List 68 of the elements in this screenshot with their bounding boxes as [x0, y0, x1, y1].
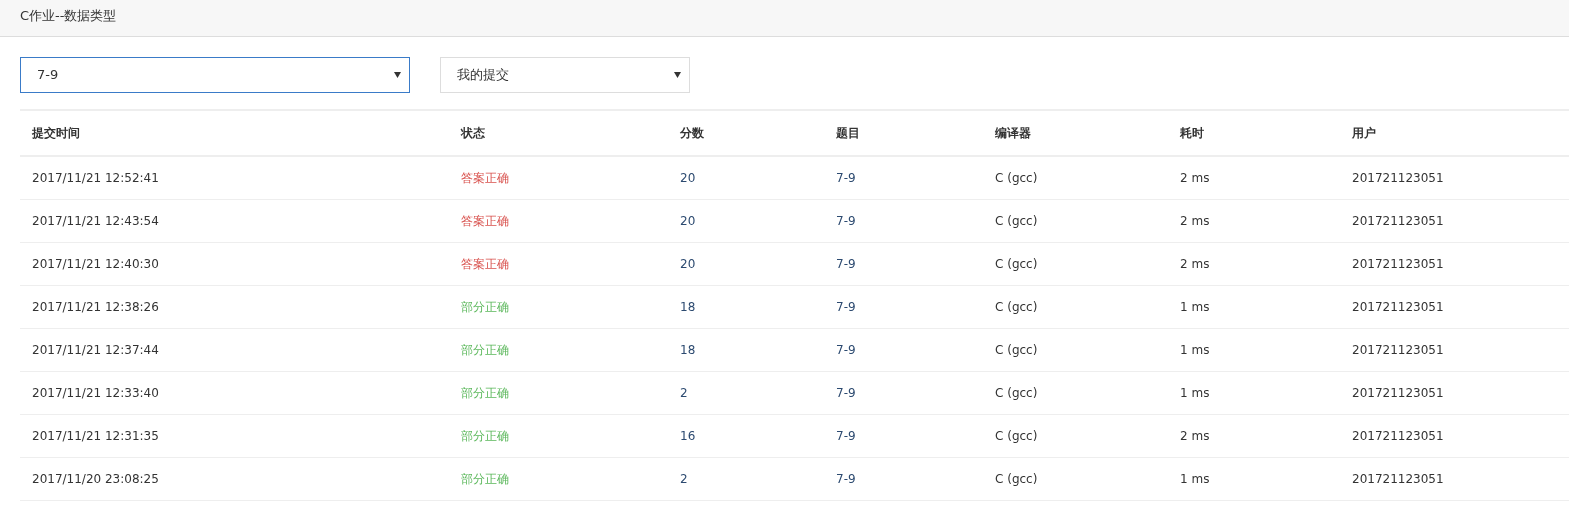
problem-link[interactable]: 7-9 — [836, 385, 856, 400]
user-id: 201721123051 — [1352, 385, 1444, 400]
submit-time: 2017/11/21 12:33:40 — [32, 385, 159, 400]
user-id: 201721123051 — [1352, 299, 1444, 314]
problem-link[interactable]: 7-9 — [836, 170, 856, 185]
column-header: 耗时 — [1180, 126, 1204, 140]
compiler-text: C (gcc) — [995, 213, 1038, 228]
status-text: 答案正确 — [461, 213, 509, 228]
score-link[interactable]: 18 — [680, 299, 696, 314]
problem-link[interactable]: 7-9 — [836, 428, 856, 443]
user-id: 201721123051 — [1352, 471, 1444, 486]
score-link[interactable]: 20 — [680, 170, 696, 185]
score-link[interactable]: 18 — [680, 342, 696, 357]
duration-text: 2 ms — [1180, 428, 1210, 443]
duration-text: 1 ms — [1180, 299, 1210, 314]
user-id: 201721123051 — [1352, 213, 1444, 228]
submit-time: 2017/11/21 12:37:44 — [32, 342, 159, 357]
score-link[interactable]: 20 — [680, 213, 696, 228]
column-header: 分数 — [680, 126, 704, 140]
user-id: 201721123051 — [1352, 342, 1444, 357]
compiler-text: C (gcc) — [995, 299, 1038, 314]
submit-time: 2017/11/21 12:38:26 — [32, 299, 159, 314]
column-header: 用户 — [1352, 126, 1376, 140]
caret-icon — [394, 72, 401, 78]
compiler-text: C (gcc) — [995, 170, 1038, 185]
status-text: 部分正确 — [461, 471, 509, 486]
submit-time: 2017/11/21 12:31:35 — [32, 428, 159, 443]
column-header: 题目 — [836, 126, 860, 140]
status-text: 部分正确 — [461, 342, 509, 357]
score-link[interactable]: 16 — [680, 428, 696, 443]
duration-text: 2 ms — [1180, 170, 1210, 185]
problem-link[interactable]: 7-9 — [836, 471, 856, 486]
submit-time: 2017/11/21 12:40:30 — [32, 256, 159, 271]
problem-link[interactable]: 7-9 — [836, 213, 856, 228]
duration-text: 1 ms — [1180, 342, 1210, 357]
duration-text: 1 ms — [1180, 471, 1210, 486]
column-header: 提交时间 — [32, 126, 80, 140]
user-id: 201721123051 — [1352, 256, 1444, 271]
status-text: 部分正确 — [461, 299, 509, 314]
dropdown-field[interactable]: 7-9 — [20, 57, 410, 93]
compiler-text: C (gcc) — [995, 256, 1038, 271]
caret-icon — [674, 72, 681, 78]
problem-link[interactable]: 7-9 — [836, 299, 856, 314]
score-link[interactable]: 20 — [680, 256, 696, 271]
score-link[interactable]: 2 — [680, 471, 688, 486]
status-text: 答案正确 — [461, 170, 509, 185]
column-header: 编译器 — [995, 126, 1031, 140]
dropdown-field[interactable]: 我的提交 — [440, 57, 690, 93]
user-id: 201721123051 — [1352, 170, 1444, 185]
page-title: C作业--数据类型 — [20, 8, 117, 23]
compiler-text: C (gcc) — [995, 385, 1038, 400]
compiler-text: C (gcc) — [995, 428, 1038, 443]
submit-time: 2017/11/21 12:52:41 — [32, 170, 159, 185]
problem-link[interactable]: 7-9 — [836, 342, 856, 357]
problem-link[interactable]: 7-9 — [836, 256, 856, 271]
compiler-text: C (gcc) — [995, 471, 1038, 486]
submit-time: 2017/11/21 12:43:54 — [32, 213, 159, 228]
user-id: 201721123051 — [1352, 428, 1444, 443]
duration-text: 1 ms — [1180, 385, 1210, 400]
status-text: 部分正确 — [461, 428, 509, 443]
column-header: 状态 — [461, 126, 485, 140]
status-text: 答案正确 — [461, 256, 509, 271]
duration-text: 2 ms — [1180, 256, 1210, 271]
score-link[interactable]: 2 — [680, 385, 688, 400]
compiler-text: C (gcc) — [995, 342, 1038, 357]
duration-text: 2 ms — [1180, 213, 1210, 228]
submit-time: 2017/11/20 23:08:25 — [32, 471, 159, 486]
status-text: 部分正确 — [461, 385, 509, 400]
